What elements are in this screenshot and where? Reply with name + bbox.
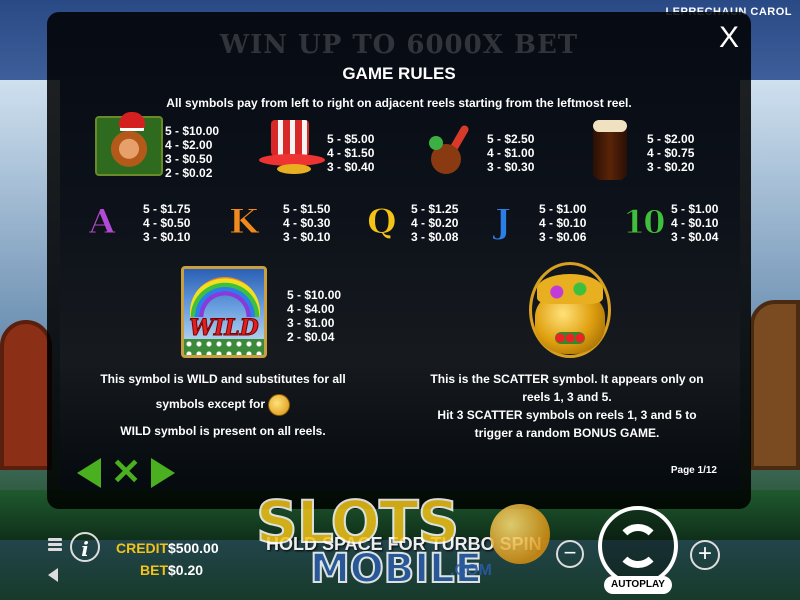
hobbit-door-right (750, 300, 800, 470)
bet-label: BET (140, 562, 168, 578)
menu-icon[interactable] (48, 538, 62, 552)
letter-k-icon: K (229, 202, 260, 243)
bottom-hud: i CREDIT $500.00 BET $0.20 HOLD SPACE FO… (0, 506, 800, 600)
info-button[interactable]: i (70, 532, 100, 562)
ten-paytable: 5 - $1.00 4 - $0.10 3 - $0.04 (671, 202, 719, 244)
beer-paytable: 5 - $2.00 4 - $0.75 3 - $0.20 (647, 132, 695, 174)
scatter-pot-of-gold-icon (525, 262, 615, 358)
credit-label: CREDIT (116, 540, 169, 556)
rules-intro: All symbols pay from left to right on ad… (166, 96, 632, 110)
page-title: GAME RULES (342, 64, 456, 83)
letter-q-paytable: 5 - $1.25 4 - $0.20 3 - $0.08 (411, 202, 459, 244)
spin-button[interactable] (598, 506, 678, 586)
letter-j-icon: J (494, 202, 512, 243)
top-hat-icon (259, 120, 325, 176)
close-rules-x-icon[interactable]: ✕ (111, 454, 141, 490)
scatter-mini-icon (268, 394, 291, 416)
increase-bet-button[interactable]: + (690, 540, 720, 570)
decrease-bet-button[interactable]: − (556, 540, 584, 568)
letter-k-paytable: 5 - $1.50 4 - $0.30 3 - $0.10 (283, 202, 331, 244)
hobbit-door-left (0, 320, 52, 470)
wild-description: This symbol is WILD and substitutes for … (100, 372, 346, 438)
beer-icon (593, 120, 627, 182)
page-indicator: Page 1/12 (670, 465, 717, 476)
ten-icon: 10 (623, 203, 666, 242)
top-hat-paytable: 5 - $5.00 4 - $1.50 3 - $0.40 (327, 132, 375, 174)
previous-page-button[interactable] (77, 458, 101, 488)
leprechaun-paytable: 5 - $10.00 4 - $2.00 3 - $0.50 2 - $0.02 (165, 124, 220, 180)
credit-value: $500.00 (168, 540, 219, 556)
wild-paytable: 5 - $10.00 4 - $4.00 3 - $1.00 2 - $0.04 (287, 288, 342, 344)
pipe-paytable: 5 - $2.50 4 - $1.00 3 - $0.30 (487, 132, 535, 174)
letter-a-icon: A (88, 202, 116, 243)
letter-j-paytable: 5 - $1.00 4 - $0.10 3 - $0.06 (539, 202, 587, 244)
scatter-description: This is the SCATTER symbol. It appears o… (430, 372, 704, 440)
autoplay-button[interactable]: AUTOPLAY (604, 576, 672, 594)
letter-q-icon: Q (367, 202, 398, 243)
pipe-icon (427, 122, 475, 178)
win-up-banner: WIN UP TO 6000X BET (219, 30, 579, 60)
close-button[interactable]: X (715, 23, 743, 54)
turbo-spin-hint: HOLD SPACE FOR TURBO SPIN (266, 534, 542, 554)
sound-icon[interactable] (48, 568, 58, 582)
spin-arrows-icon (616, 524, 660, 568)
next-page-button[interactable] (151, 458, 175, 488)
letter-a-paytable: 5 - $1.75 4 - $0.50 3 - $0.10 (143, 202, 191, 244)
wild-symbol-icon: WILD (181, 266, 267, 358)
bet-value: $0.20 (168, 562, 204, 578)
game-rules-panel: WIN UP TO 6000X BET X GAME RULES All sym… (47, 12, 751, 509)
leprechaun-icon (95, 112, 163, 176)
